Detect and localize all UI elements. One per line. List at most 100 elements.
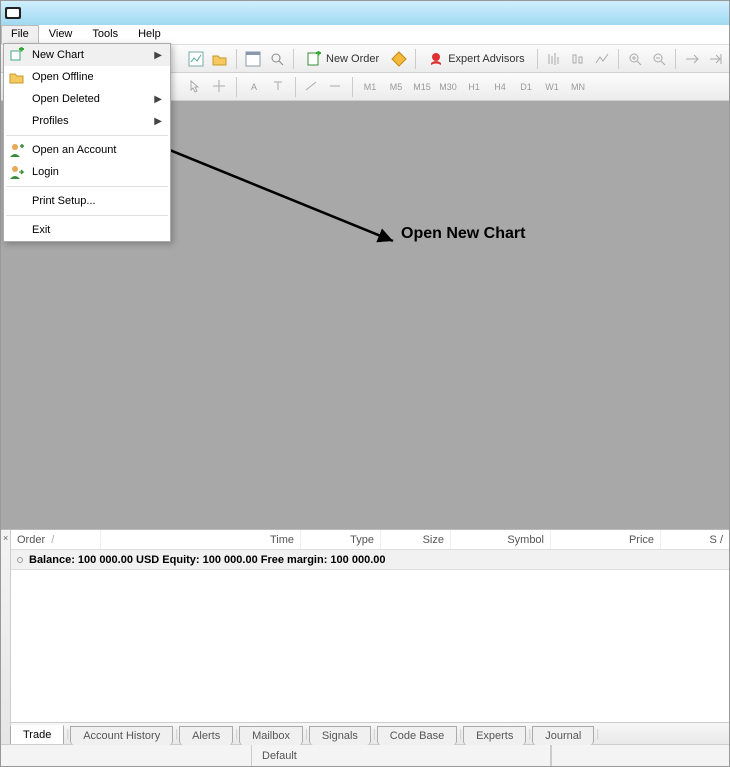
- tf-h4[interactable]: H4: [488, 77, 512, 97]
- menu-open-account-label: Open an Account: [32, 144, 116, 156]
- tb-autotrade-button[interactable]: [388, 48, 410, 70]
- tb-crosshair-button[interactable]: [209, 76, 231, 98]
- col-type[interactable]: Type: [301, 530, 381, 549]
- menu-print-setup-label: Print Setup...: [32, 195, 96, 207]
- menu-print-setup[interactable]: Print Setup...: [4, 190, 170, 212]
- chevron-right-icon: ▶: [154, 94, 162, 105]
- menu-login-label: Login: [32, 166, 59, 178]
- tb-shift-button[interactable]: [705, 48, 727, 70]
- chevron-right-icon: ▶: [154, 50, 162, 61]
- menubar: File View Tools Help New Chart ▶ Open Of…: [1, 25, 729, 45]
- chevron-right-icon: ▶: [154, 116, 162, 127]
- new-chart-icon: [9, 47, 25, 63]
- terminal-panel: × Terminal Order / Time Type Size Symbol…: [1, 529, 729, 744]
- menu-open-account[interactable]: Open an Account: [4, 139, 170, 161]
- toolbar-separator: [236, 77, 237, 97]
- shift-end-icon: [708, 51, 724, 67]
- tab-mailbox[interactable]: Mailbox: [239, 726, 303, 745]
- col-size[interactable]: Size: [381, 530, 451, 549]
- balance-row[interactable]: Balance: 100 000.00 USD Equity: 100 000.…: [11, 550, 729, 570]
- line-chart-icon: [594, 51, 610, 67]
- close-icon[interactable]: ×: [3, 533, 8, 543]
- tab-signals[interactable]: Signals: [309, 726, 371, 745]
- app-icon: [5, 7, 21, 19]
- trend-line-icon: [304, 79, 320, 95]
- menu-separator: [6, 186, 168, 187]
- tab-alerts[interactable]: Alerts: [179, 726, 233, 745]
- tf-m15[interactable]: M15: [410, 77, 434, 97]
- col-order[interactable]: Order /: [11, 530, 101, 549]
- tb-draw-button-2[interactable]: [325, 76, 347, 98]
- new-order-icon: [306, 51, 322, 67]
- menu-open-offline-label: Open Offline: [32, 71, 94, 83]
- menu-exit[interactable]: Exit: [4, 219, 170, 241]
- status-seg-right: [551, 745, 729, 766]
- tb-indicator-button-3[interactable]: [591, 48, 613, 70]
- tab-experts[interactable]: Experts: [463, 726, 526, 745]
- candles-icon: [570, 51, 586, 67]
- tb-draw-button-1[interactable]: [301, 76, 323, 98]
- tb-data-window-button[interactable]: [266, 48, 288, 70]
- sort-indicator-icon: /: [51, 534, 54, 546]
- tab-account-history[interactable]: Account History: [70, 726, 173, 745]
- col-symbol[interactable]: Symbol: [451, 530, 551, 549]
- tab-journal[interactable]: Journal: [532, 726, 594, 745]
- tf-w1[interactable]: W1: [540, 77, 564, 97]
- person-login-icon: [9, 164, 25, 180]
- menu-file[interactable]: File: [1, 25, 39, 44]
- menu-tools[interactable]: Tools: [82, 25, 128, 44]
- status-profile[interactable]: Default: [251, 745, 551, 766]
- tb-zoom-in-button[interactable]: [624, 48, 646, 70]
- tb-profiles-button[interactable]: [209, 48, 231, 70]
- tb-text-label-button[interactable]: A: [242, 77, 266, 97]
- tb-new-order-button[interactable]: New Order: [299, 48, 386, 70]
- annotation-label: Open New Chart: [401, 225, 525, 243]
- tab-code-base[interactable]: Code Base: [377, 726, 457, 745]
- col-time[interactable]: Time: [101, 530, 301, 549]
- menu-open-deleted-label: Open Deleted: [32, 93, 100, 105]
- menu-open-offline[interactable]: Open Offline: [4, 66, 170, 88]
- terminal-sidebar: × Terminal: [1, 530, 11, 744]
- menu-login[interactable]: Login: [4, 161, 170, 183]
- bars-icon: [546, 51, 562, 67]
- menu-profiles[interactable]: Profiles ▶: [4, 110, 170, 132]
- tb-text-button[interactable]: [268, 76, 290, 98]
- menu-new-chart-label: New Chart: [32, 49, 84, 61]
- tf-m1[interactable]: M1: [358, 77, 382, 97]
- col-price[interactable]: Price: [551, 530, 661, 549]
- terminal-empty-grid: [11, 570, 729, 722]
- tf-d1[interactable]: D1: [514, 77, 538, 97]
- menu-help[interactable]: Help: [128, 25, 171, 44]
- tb-market-watch-button[interactable]: [242, 48, 264, 70]
- folder-icon: [212, 51, 228, 67]
- tb-indicator-button-2[interactable]: [567, 48, 589, 70]
- tb-expert-advisors-button[interactable]: Expert Advisors: [421, 48, 531, 70]
- text-icon: [271, 79, 287, 95]
- window-list-icon: [245, 51, 261, 67]
- diamond-alert-icon: [391, 51, 407, 67]
- tf-m5[interactable]: M5: [384, 77, 408, 97]
- terminal-body: Order / Time Type Size Symbol Price S / …: [11, 530, 729, 744]
- tb-scroll-button[interactable]: [681, 48, 703, 70]
- toolbar-separator: [236, 49, 237, 69]
- tb-indicator-button-1[interactable]: [543, 48, 565, 70]
- tf-h1[interactable]: H1: [462, 77, 486, 97]
- tb-zoom-out-button[interactable]: [648, 48, 670, 70]
- toolbar-separator: [537, 49, 538, 69]
- terminal-tabs: Trade | Account History | Alerts | Mailb…: [11, 722, 729, 744]
- tf-mn[interactable]: MN: [566, 77, 590, 97]
- tb-chart-icon-button[interactable]: [185, 48, 207, 70]
- cursor-icon: [188, 79, 204, 95]
- menu-open-deleted[interactable]: Open Deleted ▶: [4, 88, 170, 110]
- row-bullet-icon: [17, 557, 23, 563]
- expert-hat-icon: [428, 51, 444, 67]
- titlebar: [1, 1, 729, 25]
- tb-cursor-button[interactable]: [185, 76, 207, 98]
- menu-new-chart[interactable]: New Chart ▶: [4, 44, 170, 66]
- tab-trade[interactable]: Trade: [10, 725, 64, 744]
- menu-separator: [6, 215, 168, 216]
- col-sl[interactable]: S /: [661, 530, 729, 549]
- toolbar-separator: [293, 49, 294, 69]
- menu-view[interactable]: View: [39, 25, 83, 44]
- tf-m30[interactable]: M30: [436, 77, 460, 97]
